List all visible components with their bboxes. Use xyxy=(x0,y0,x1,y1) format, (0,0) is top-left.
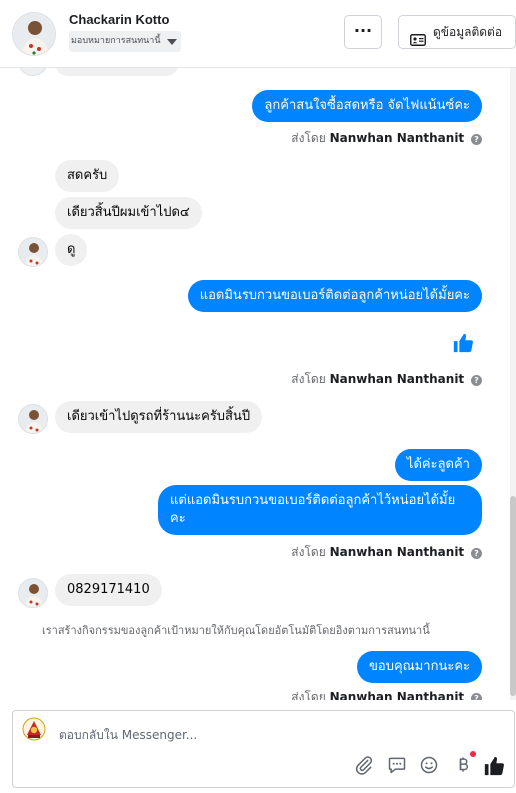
like-icon xyxy=(453,333,473,353)
message-incoming[interactable]: ดู xyxy=(55,234,88,266)
like-icon[interactable] xyxy=(483,755,504,776)
message-outgoing[interactable]: ลูกค้าสนใจซื้อสดหรือ จัดไฟแน้นซ์คะ xyxy=(252,90,482,122)
more-icon: ··· xyxy=(353,21,373,40)
view-contact-label: ดูข้อมูลติดต่อ xyxy=(433,25,503,39)
contact-avatar-small[interactable] xyxy=(18,237,48,267)
contact-card-icon xyxy=(410,26,426,58)
message-outgoing[interactable]: แอดมินรบกวนขอเบอร์ติดต่อลูกค้าหน่อยได้มั… xyxy=(187,280,482,312)
thread-scrollbar[interactable] xyxy=(510,68,516,700)
contact-avatar[interactable] xyxy=(12,12,56,56)
message-line: คะ xyxy=(170,511,186,526)
sent-by-agent[interactable]: Nanwhan Nanthanit xyxy=(330,690,465,700)
message-line: แต่แอดมินรบกวนขอเบอร์ติดต่อลูกค้าไว้หน่อ… xyxy=(170,493,456,508)
info-icon[interactable]: ? xyxy=(471,134,482,145)
sent-by-agent[interactable]: Nanwhan Nanthanit xyxy=(330,131,465,145)
contact-avatar-small xyxy=(18,68,48,76)
sent-by-label: ส่งโดย Nanwhan Nanthanit ? xyxy=(291,688,482,700)
info-icon[interactable]: ? xyxy=(471,375,482,386)
contact-name[interactable]: Chackarin Kotto xyxy=(69,12,169,27)
message-thread[interactable]: ลูกค้าสนใจซื้อสดหรือ จัดไฟแน้นซ์คะ ส่งโด… xyxy=(0,68,510,700)
saved-reply-icon[interactable] xyxy=(387,755,407,775)
assign-conversation-dropdown[interactable]: มอบหมายการสนทนานี้ xyxy=(69,31,181,52)
baht-payment-icon[interactable] xyxy=(453,751,476,775)
message-outgoing[interactable]: ขอบคุณมากนะคะ xyxy=(357,651,482,683)
sent-by-agent[interactable]: Nanwhan Nanthanit xyxy=(330,372,465,386)
contact-avatar-small[interactable] xyxy=(18,578,48,608)
message-outgoing[interactable]: แต่แอดมินรบกวนขอเบอร์ติดต่อลูกค้าไว้หน่อ… xyxy=(158,485,482,535)
sent-by-prefix: ส่งโดย xyxy=(291,690,326,700)
page-logo-icon xyxy=(22,717,46,741)
message-incoming[interactable]: เดียวเข้าไปดูรถที่ร้านนะครับสิ้นปี xyxy=(55,401,263,433)
sent-by-label: ส่งโดย Nanwhan Nanthanit ? xyxy=(291,129,482,148)
like-sticker[interactable] xyxy=(452,332,474,354)
more-options-button[interactable]: ··· xyxy=(344,15,382,49)
message-incoming-partial xyxy=(55,68,179,76)
reply-input[interactable]: ตอบกลับใน Messenger... xyxy=(59,726,197,745)
message-incoming[interactable]: สดครับ xyxy=(55,160,120,192)
conversation-header: Chackarin Kotto มอบหมายการสนทนานี้ ··· ด… xyxy=(0,0,516,68)
sent-by-prefix: ส่งโดย xyxy=(291,131,326,145)
caret-down-icon xyxy=(166,39,177,45)
info-icon[interactable]: ? xyxy=(471,693,482,700)
info-icon[interactable]: ? xyxy=(471,548,482,559)
view-contact-button[interactable]: ดูข้อมูลติดต่อ xyxy=(398,15,516,49)
attach-icon[interactable] xyxy=(354,755,374,775)
contact-avatar-small[interactable] xyxy=(18,404,48,434)
notification-dot xyxy=(470,751,476,757)
message-incoming-phone[interactable]: 0829171410 xyxy=(55,574,162,606)
sent-by-label: ส่งโดย Nanwhan Nanthanit ? xyxy=(291,543,482,562)
system-activity-note: เราสร้างกิจกรรมของลูกค้าเป้าหมายให้กับคุ… xyxy=(42,624,430,637)
message-incoming[interactable]: เดียวสิ้นปีผมเข้าไปด๔ xyxy=(55,197,202,229)
assign-label: มอบหมายการสนทนานี้ xyxy=(71,36,161,46)
reply-composer[interactable]: ตอบกลับใน Messenger... xyxy=(12,710,515,788)
sent-by-prefix: ส่งโดย xyxy=(291,545,326,559)
scrollbar-thumb[interactable] xyxy=(510,496,516,696)
sent-by-prefix: ส่งโดย xyxy=(291,372,326,386)
emoji-icon[interactable] xyxy=(419,755,439,775)
message-outgoing[interactable]: ได้ค่ะลูดค้า xyxy=(394,449,482,481)
sent-by-agent[interactable]: Nanwhan Nanthanit xyxy=(330,545,465,559)
sent-by-label: ส่งโดย Nanwhan Nanthanit ? xyxy=(291,370,482,389)
